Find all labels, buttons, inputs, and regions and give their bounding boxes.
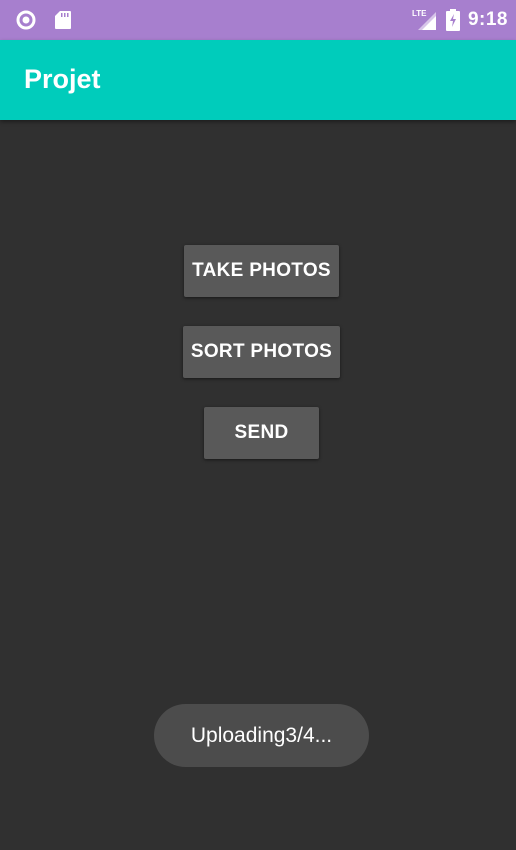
network-label: LTE [412,9,427,18]
sd-card-icon [54,10,72,30]
status-bar: LTE 9:18 [0,0,516,40]
status-bar-right: LTE 9:18 [412,8,508,32]
lte-signal-icon: LTE [412,8,438,32]
status-bar-left [16,10,72,30]
upload-toast: Uploading3/4... [154,704,369,767]
app-title: Projet [24,64,101,94]
app-bar: Projet [0,40,516,120]
status-clock: 9:18 [467,9,508,30]
sort-photos-button[interactable]: SORT PHOTOS [183,326,340,378]
take-photos-button[interactable]: TAKE PHOTOS [184,245,339,297]
battery-charging-icon [445,9,460,31]
app-screen: LTE 9:18 Projet TAKE PHOTOS SORT PHOTOS … [0,0,516,850]
circle-icon [16,10,36,30]
send-button[interactable]: SEND [204,407,319,459]
